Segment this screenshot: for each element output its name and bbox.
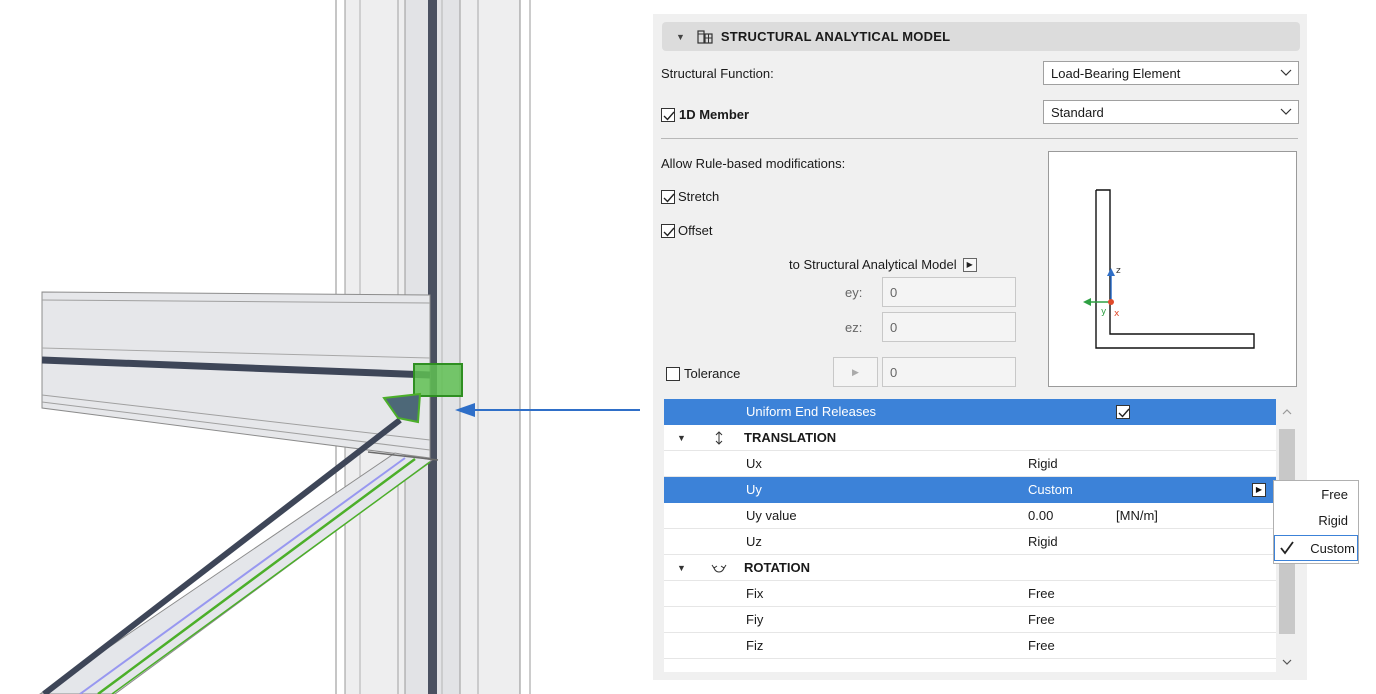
member-label: 1D Member xyxy=(679,107,750,122)
release-value: Free xyxy=(1028,612,1055,627)
member-checkbox-row[interactable]: 1D Member xyxy=(661,107,749,122)
axis-z-label: z xyxy=(1116,266,1121,276)
table-row-selected[interactable]: Uy Custom ▶ xyxy=(664,477,1276,503)
release-value: Free xyxy=(1028,586,1055,601)
offset-checkbox[interactable] xyxy=(661,223,675,238)
rotation-section-label: ROTATION xyxy=(744,560,810,575)
offset-checkbox-row[interactable]: Offset xyxy=(661,223,712,238)
axis-y-label: y xyxy=(1101,307,1107,317)
table-row[interactable]: Fiy Free xyxy=(664,607,1276,633)
structural-analytical-model-panel: ▼ STRUCTURAL ANALYTICAL MODEL Structural… xyxy=(653,14,1307,680)
structural-function-value: Load-Bearing Element xyxy=(1051,65,1181,81)
scroll-up-icon[interactable] xyxy=(1281,407,1293,417)
release-name: Ux xyxy=(746,456,762,471)
translation-section-label: TRANSLATION xyxy=(744,430,837,445)
structural-function-label: Structural Function: xyxy=(661,66,774,81)
release-value: Custom xyxy=(1028,482,1073,497)
rotation-icon xyxy=(711,564,727,573)
tolerance-label: Tolerance xyxy=(684,366,741,381)
offset-to-label: to Structural Analytical Model xyxy=(789,257,957,272)
table-row-rotation-header[interactable]: ▼ ROTATION xyxy=(664,555,1276,581)
tolerance-checkbox-row[interactable]: Tolerance xyxy=(666,366,740,381)
ey-label: ey: xyxy=(845,285,863,300)
menu-item-label: Custom xyxy=(1310,541,1355,556)
release-name: Fix xyxy=(746,586,764,601)
tolerance-menu-button[interactable]: ▶ xyxy=(833,357,878,387)
offset-label: Offset xyxy=(678,223,713,238)
offset-to-menu-button[interactable]: ▶ xyxy=(962,257,977,272)
table-row-translation-header[interactable]: ▼ TRANSLATION xyxy=(664,425,1276,451)
chevron-down-icon xyxy=(1280,69,1292,76)
member-checkbox[interactable] xyxy=(661,107,675,122)
axis-x-label: x xyxy=(1114,309,1120,319)
release-type-popup-menu[interactable]: Free Rigid Custom xyxy=(1273,480,1359,564)
tolerance-input[interactable]: 0 xyxy=(882,357,1016,387)
ez-input[interactable]: 0 xyxy=(882,312,1016,342)
chevron-down-icon xyxy=(1280,108,1292,115)
ez-label: ez: xyxy=(845,320,863,335)
table-row[interactable]: Fix Free xyxy=(664,581,1276,607)
panel-title: STRUCTURAL ANALYTICAL MODEL xyxy=(720,29,951,44)
release-value[interactable]: 0.00 xyxy=(1028,503,1053,529)
expand-triangle-icon[interactable]: ▼ xyxy=(677,555,686,581)
release-name: Fiz xyxy=(746,638,764,653)
table-row[interactable]: Fiz Free xyxy=(664,633,1276,659)
expand-triangle-icon[interactable]: ▼ xyxy=(677,425,686,451)
stretch-checkbox[interactable] xyxy=(661,189,675,204)
panel-header[interactable]: ▼ STRUCTURAL ANALYTICAL MODEL xyxy=(662,22,1300,51)
structural-function-dropdown[interactable]: Load-Bearing Element xyxy=(1043,61,1299,85)
release-unit: [MN/m] xyxy=(1116,508,1158,523)
member-type-value: Standard xyxy=(1051,104,1104,120)
menu-item-free[interactable]: Free xyxy=(1274,482,1358,508)
end-release-table[interactable]: Uniform End Releases ▼ TRANSLATION Ux Ri… xyxy=(664,399,1298,672)
stretch-checkbox-row[interactable]: Stretch xyxy=(661,189,719,204)
uniform-end-releases-checkbox[interactable] xyxy=(1116,405,1130,419)
analytical-model-icon xyxy=(697,29,713,44)
uniform-end-releases-label: Uniform End Releases xyxy=(746,404,877,419)
table-row-uniform-end-releases[interactable]: Uniform End Releases xyxy=(664,399,1276,425)
release-name: Fiy xyxy=(746,612,764,627)
menu-item-rigid[interactable]: Rigid xyxy=(1274,508,1358,534)
table-row[interactable]: Uz Rigid xyxy=(664,529,1276,555)
menu-item-custom[interactable]: Custom xyxy=(1274,535,1358,561)
scroll-down-icon[interactable] xyxy=(1281,657,1293,667)
value-menu-button[interactable]: ▶ xyxy=(1252,483,1266,497)
divider xyxy=(661,138,1298,139)
menu-item-label: Rigid xyxy=(1318,513,1348,528)
menu-item-label: Free xyxy=(1321,487,1348,502)
member-type-dropdown[interactable]: Standard xyxy=(1043,100,1299,124)
table-row[interactable]: Uy value 0.00 [MN/m] xyxy=(664,503,1276,529)
release-value: Rigid xyxy=(1028,534,1058,549)
release-name: Uy value xyxy=(746,508,797,523)
translation-icon xyxy=(715,431,723,445)
table-row[interactable]: Ux Rigid xyxy=(664,451,1276,477)
release-value: Free xyxy=(1028,638,1055,653)
offset-to-row: to Structural Analytical Model ▶ xyxy=(789,257,977,272)
l-section-drawing: z y x xyxy=(1083,189,1255,349)
release-name: Uz xyxy=(746,534,762,549)
stretch-label: Stretch xyxy=(678,189,720,204)
collapse-triangle-icon[interactable]: ▼ xyxy=(676,32,685,42)
3d-viewport[interactable] xyxy=(0,0,640,694)
ey-input[interactable]: 0 xyxy=(882,277,1016,307)
release-name: Uy xyxy=(746,482,762,497)
release-value: Rigid xyxy=(1028,456,1058,471)
section-preview: z y x xyxy=(1048,151,1297,387)
allow-modifications-label: Allow Rule-based modifications: xyxy=(661,156,846,171)
checkmark-icon xyxy=(1280,541,1294,555)
tolerance-checkbox[interactable] xyxy=(666,366,680,381)
